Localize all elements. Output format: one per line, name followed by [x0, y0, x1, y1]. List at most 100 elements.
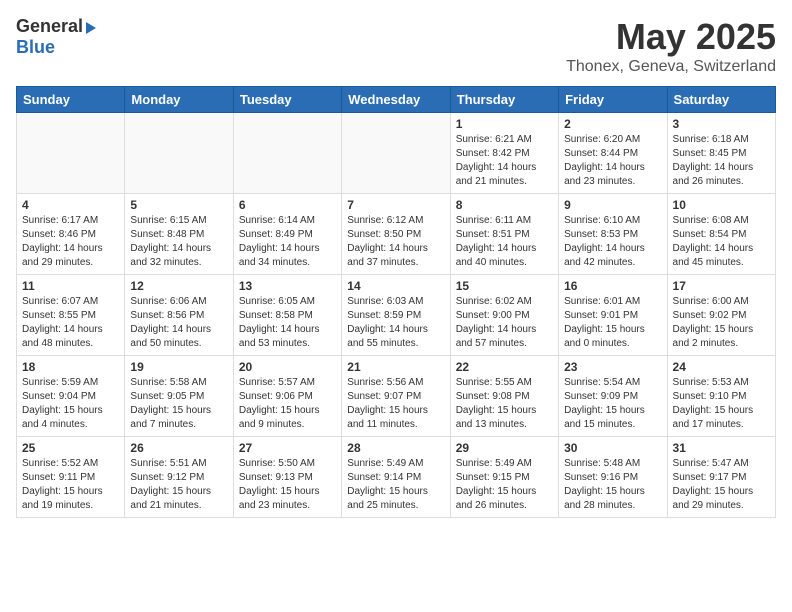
day-number: 12	[130, 279, 227, 293]
day-number: 1	[456, 117, 553, 131]
logo: General Blue	[16, 16, 96, 58]
day-info: Sunrise: 5:49 AM Sunset: 9:15 PM Dayligh…	[456, 457, 553, 513]
calendar-cell: 2 Sunrise: 6:20 AM Sunset: 8:44 PM Daylig…	[559, 113, 667, 194]
day-number: 23	[564, 360, 661, 374]
calendar-table: SundayMondayTuesdayWednesdayThursdayFrid…	[16, 86, 776, 518]
day-number: 13	[239, 279, 336, 293]
calendar-cell: 14 Sunrise: 6:03 AM Sunset: 8:59 PM Dayli…	[342, 275, 450, 356]
logo-general-text: General	[16, 16, 83, 37]
day-number: 16	[564, 279, 661, 293]
calendar-cell: 16 Sunrise: 6:01 AM Sunset: 9:01 PM Dayli…	[559, 275, 667, 356]
day-number: 18	[22, 360, 119, 374]
day-info: Sunrise: 6:02 AM Sunset: 9:00 PM Dayligh…	[456, 295, 553, 351]
day-info: Sunrise: 5:56 AM Sunset: 9:07 PM Dayligh…	[347, 376, 444, 432]
day-info: Sunrise: 5:50 AM Sunset: 9:13 PM Dayligh…	[239, 457, 336, 513]
day-number: 4	[22, 198, 119, 212]
day-info: Sunrise: 5:48 AM Sunset: 9:16 PM Dayligh…	[564, 457, 661, 513]
calendar-header-row: SundayMondayTuesdayWednesdayThursdayFrid…	[17, 87, 776, 113]
day-number: 22	[456, 360, 553, 374]
day-number: 31	[673, 441, 770, 455]
day-info: Sunrise: 6:05 AM Sunset: 8:58 PM Dayligh…	[239, 295, 336, 351]
calendar-cell: 10Sunrise: 6:08 AM Sunset: 8:54 PM Dayli…	[667, 194, 775, 275]
day-number: 7	[347, 198, 444, 212]
day-number: 8	[456, 198, 553, 212]
calendar-subtitle: Thonex, Geneva, Switzerland	[566, 58, 776, 76]
day-number: 30	[564, 441, 661, 455]
column-header-wednesday: Wednesday	[342, 87, 450, 113]
day-number: 2	[564, 117, 661, 131]
day-info: Sunrise: 6:14 AM Sunset: 8:49 PM Dayligh…	[239, 214, 336, 270]
calendar-cell: 31Sunrise: 5:47 AM Sunset: 9:17 PM Dayli…	[667, 437, 775, 518]
day-info: Sunrise: 5:51 AM Sunset: 9:12 PM Dayligh…	[130, 457, 227, 513]
day-number: 17	[673, 279, 770, 293]
day-number: 25	[22, 441, 119, 455]
day-number: 3	[673, 117, 770, 131]
column-header-tuesday: Tuesday	[233, 87, 341, 113]
day-info: Sunrise: 5:58 AM Sunset: 9:05 PM Dayligh…	[130, 376, 227, 432]
calendar-cell: 1 Sunrise: 6:21 AM Sunset: 8:42 PM Daylig…	[450, 113, 558, 194]
calendar-cell: 26Sunrise: 5:51 AM Sunset: 9:12 PM Dayli…	[125, 437, 233, 518]
calendar-week-row: 25Sunrise: 5:52 AM Sunset: 9:11 PM Dayli…	[17, 437, 776, 518]
calendar-cell: 24 Sunrise: 5:53 AM Sunset: 9:10 PM Dayli…	[667, 356, 775, 437]
day-info: Sunrise: 6:15 AM Sunset: 8:48 PM Dayligh…	[130, 214, 227, 270]
calendar-cell: 19Sunrise: 5:58 AM Sunset: 9:05 PM Dayli…	[125, 356, 233, 437]
day-number: 15	[456, 279, 553, 293]
day-number: 24	[673, 360, 770, 374]
calendar-cell	[233, 113, 341, 194]
calendar-week-row: 18Sunrise: 5:59 AM Sunset: 9:04 PM Dayli…	[17, 356, 776, 437]
day-info: Sunrise: 6:10 AM Sunset: 8:53 PM Dayligh…	[564, 214, 661, 270]
calendar-week-row: 4 Sunrise: 6:17 AM Sunset: 8:46 PM Daylig…	[17, 194, 776, 275]
day-info: Sunrise: 6:08 AM Sunset: 8:54 PM Dayligh…	[673, 214, 770, 270]
column-header-friday: Friday	[559, 87, 667, 113]
day-info: Sunrise: 6:20 AM Sunset: 8:44 PM Dayligh…	[564, 133, 661, 189]
calendar-cell	[125, 113, 233, 194]
day-info: Sunrise: 6:07 AM Sunset: 8:55 PM Dayligh…	[22, 295, 119, 351]
day-number: 28	[347, 441, 444, 455]
calendar-cell: 27Sunrise: 5:50 AM Sunset: 9:13 PM Dayli…	[233, 437, 341, 518]
day-number: 9	[564, 198, 661, 212]
day-number: 20	[239, 360, 336, 374]
calendar-cell: 9 Sunrise: 6:10 AM Sunset: 8:53 PM Daylig…	[559, 194, 667, 275]
column-header-saturday: Saturday	[667, 87, 775, 113]
day-info: Sunrise: 5:55 AM Sunset: 9:08 PM Dayligh…	[456, 376, 553, 432]
calendar-cell: 13 Sunrise: 6:05 AM Sunset: 8:58 PM Dayli…	[233, 275, 341, 356]
day-number: 21	[347, 360, 444, 374]
title-block: May 2025 Thonex, Geneva, Switzerland	[566, 16, 776, 76]
day-number: 14	[347, 279, 444, 293]
calendar-cell	[17, 113, 125, 194]
page-header: General Blue May 2025 Thonex, Geneva, Sw…	[16, 16, 776, 76]
calendar-cell: 11 Sunrise: 6:07 AM Sunset: 8:55 PM Dayli…	[17, 275, 125, 356]
calendar-cell: 8 Sunrise: 6:11 AM Sunset: 8:51 PM Daylig…	[450, 194, 558, 275]
calendar-cell: 29Sunrise: 5:49 AM Sunset: 9:15 PM Dayli…	[450, 437, 558, 518]
calendar-cell: 15 Sunrise: 6:02 AM Sunset: 9:00 PM Dayli…	[450, 275, 558, 356]
day-info: Sunrise: 5:49 AM Sunset: 9:14 PM Dayligh…	[347, 457, 444, 513]
logo-blue-text: Blue	[16, 37, 55, 57]
column-header-sunday: Sunday	[17, 87, 125, 113]
day-info: Sunrise: 6:11 AM Sunset: 8:51 PM Dayligh…	[456, 214, 553, 270]
day-info: Sunrise: 5:53 AM Sunset: 9:10 PM Dayligh…	[673, 376, 770, 432]
day-info: Sunrise: 6:12 AM Sunset: 8:50 PM Dayligh…	[347, 214, 444, 270]
day-number: 11	[22, 279, 119, 293]
day-info: Sunrise: 5:54 AM Sunset: 9:09 PM Dayligh…	[564, 376, 661, 432]
day-info: Sunrise: 6:06 AM Sunset: 8:56 PM Dayligh…	[130, 295, 227, 351]
calendar-cell: 12 Sunrise: 6:06 AM Sunset: 8:56 PM Dayli…	[125, 275, 233, 356]
day-info: Sunrise: 6:00 AM Sunset: 9:02 PM Dayligh…	[673, 295, 770, 351]
day-info: Sunrise: 5:57 AM Sunset: 9:06 PM Dayligh…	[239, 376, 336, 432]
calendar-cell: 30 Sunrise: 5:48 AM Sunset: 9:16 PM Dayli…	[559, 437, 667, 518]
day-number: 6	[239, 198, 336, 212]
column-header-monday: Monday	[125, 87, 233, 113]
calendar-week-row: 1 Sunrise: 6:21 AM Sunset: 8:42 PM Daylig…	[17, 113, 776, 194]
day-info: Sunrise: 6:21 AM Sunset: 8:42 PM Dayligh…	[456, 133, 553, 189]
day-info: Sunrise: 6:17 AM Sunset: 8:46 PM Dayligh…	[22, 214, 119, 270]
logo-triangle-icon	[86, 22, 96, 34]
calendar-cell	[342, 113, 450, 194]
calendar-cell: 21 Sunrise: 5:56 AM Sunset: 9:07 PM Dayli…	[342, 356, 450, 437]
calendar-cell: 23 Sunrise: 5:54 AM Sunset: 9:09 PM Dayli…	[559, 356, 667, 437]
calendar-cell: 18Sunrise: 5:59 AM Sunset: 9:04 PM Dayli…	[17, 356, 125, 437]
calendar-cell: 28 Sunrise: 5:49 AM Sunset: 9:14 PM Dayli…	[342, 437, 450, 518]
calendar-cell: 17 Sunrise: 6:00 AM Sunset: 9:02 PM Dayli…	[667, 275, 775, 356]
day-info: Sunrise: 6:03 AM Sunset: 8:59 PM Dayligh…	[347, 295, 444, 351]
calendar-cell: 22 Sunrise: 5:55 AM Sunset: 9:08 PM Dayli…	[450, 356, 558, 437]
calendar-cell: 3Sunrise: 6:18 AM Sunset: 8:45 PM Daylig…	[667, 113, 775, 194]
day-info: Sunrise: 6:01 AM Sunset: 9:01 PM Dayligh…	[564, 295, 661, 351]
